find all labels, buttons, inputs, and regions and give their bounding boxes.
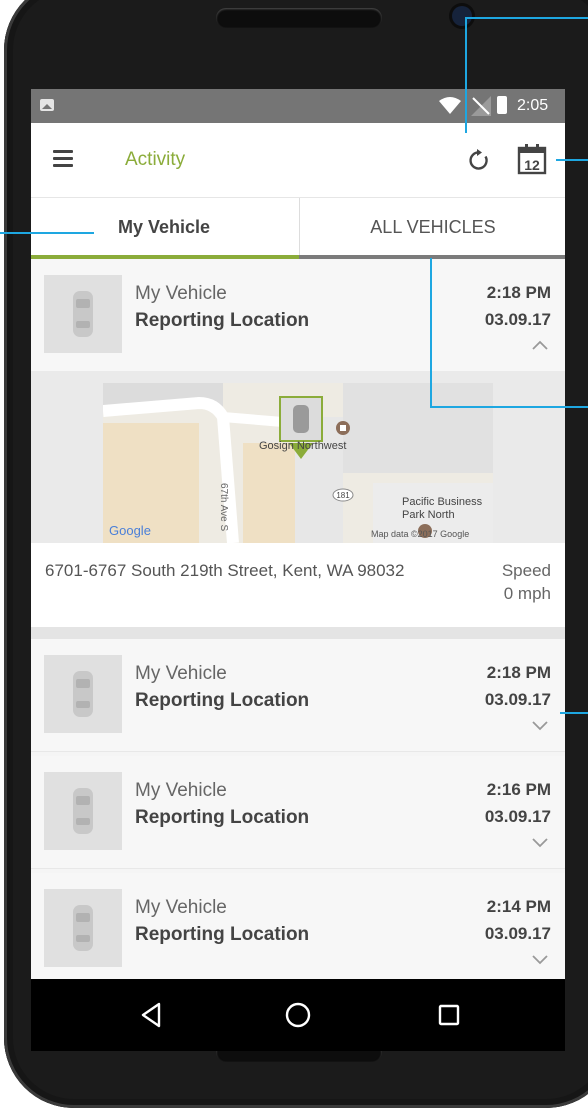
- chevron-down-icon[interactable]: [531, 836, 549, 848]
- callout-line: [560, 712, 588, 714]
- calendar-icon[interactable]: 12: [517, 143, 547, 175]
- event-time: 2:14 PM: [486, 897, 551, 916]
- map-attribution: Map data ©2017 Google: [371, 529, 469, 539]
- activity-card[interactable]: My Vehicle Reporting Location 2:18 PM 03…: [31, 259, 565, 372]
- vehicle-name: My Vehicle: [135, 897, 227, 918]
- chevron-down-icon[interactable]: [531, 953, 549, 965]
- menu-icon[interactable]: [53, 150, 73, 167]
- speed-value: 0 mph: [503, 584, 551, 603]
- tab-my-vehicle[interactable]: My Vehicle: [31, 198, 297, 260]
- activity-detail: Gosign Northwest 67th Ave S 181 Pacific …: [31, 371, 565, 627]
- event-type: Reporting Location: [135, 807, 310, 828]
- vehicle-name: My Vehicle: [135, 283, 227, 304]
- wifi-icon: [439, 97, 461, 114]
- event-type: Reporting Location: [135, 310, 310, 331]
- map-band: Gosign Northwest 67th Ave S 181 Pacific …: [31, 371, 565, 543]
- event-time: 2:18 PM: [486, 283, 551, 302]
- vehicle-thumbnail: [44, 655, 122, 733]
- callout-line: [430, 258, 432, 408]
- callout-line: [0, 232, 94, 234]
- map-route-label: 181: [336, 491, 350, 500]
- event-type: Reporting Location: [135, 690, 310, 711]
- event-date: 03.09.17: [484, 690, 551, 709]
- event-date: 03.09.17: [484, 310, 551, 329]
- earpiece-speaker: [216, 8, 382, 28]
- app-screen: 2:05 Activity 12 My Vehicle ALL VEHICLES: [31, 89, 565, 1051]
- activity-card[interactable]: My Vehicle Reporting Location 2:18 PM 03…: [31, 639, 565, 752]
- car-icon: [73, 671, 93, 717]
- car-icon: [73, 905, 93, 951]
- event-type: Reporting Location: [135, 924, 310, 945]
- event-time: 2:18 PM: [486, 663, 551, 682]
- recents-icon[interactable]: [433, 999, 465, 1031]
- battery-icon: [497, 96, 507, 114]
- speed-label: Speed: [501, 561, 551, 580]
- refresh-icon[interactable]: [467, 148, 491, 172]
- signal-icon: [471, 96, 491, 116]
- vehicle-name: My Vehicle: [135, 663, 227, 684]
- map-place-1: Gosign Northwest: [259, 440, 346, 452]
- google-logo: Google: [109, 523, 151, 538]
- callout-line: [465, 17, 467, 133]
- image-notification-icon: [40, 99, 54, 111]
- activity-card[interactable]: My Vehicle Reporting Location 2:14 PM 03…: [31, 873, 565, 986]
- car-icon: [73, 788, 93, 834]
- home-icon[interactable]: [282, 999, 314, 1031]
- back-icon[interactable]: [135, 999, 167, 1031]
- front-camera: [452, 6, 472, 26]
- status-bar: 2:05: [31, 89, 565, 123]
- tab-all-vehicles[interactable]: ALL VEHICLES: [299, 198, 565, 260]
- vehicle-thumbnail: [44, 772, 122, 850]
- chevron-up-icon[interactable]: [531, 339, 549, 351]
- page-title: Activity: [125, 149, 186, 170]
- status-time: 2:05: [517, 97, 549, 114]
- map-place-3: Park North: [402, 509, 455, 521]
- callout-line: [556, 159, 588, 161]
- map-place-2: Pacific Business: [402, 496, 483, 508]
- chevron-down-icon[interactable]: [531, 719, 549, 731]
- vehicle-thumbnail: [44, 889, 122, 967]
- activity-card[interactable]: My Vehicle Reporting Location 2:16 PM 03…: [31, 756, 565, 869]
- section-divider: [31, 627, 565, 639]
- vehicle-tabs: My Vehicle ALL VEHICLES: [31, 197, 565, 260]
- app-bar: Activity 12: [31, 123, 565, 197]
- callout-line: [465, 17, 588, 19]
- event-date: 03.09.17: [484, 924, 551, 943]
- calendar-day: 12: [524, 157, 540, 173]
- vehicle-thumbnail: [44, 275, 122, 353]
- location-address: 6701-6767 South 219th Street, Kent, WA 9…: [45, 561, 405, 580]
- system-nav-bar: [31, 979, 565, 1051]
- event-date: 03.09.17: [484, 807, 551, 826]
- vehicle-name: My Vehicle: [135, 780, 227, 801]
- callout-line: [430, 406, 588, 408]
- map-street-label: 67th Ave S: [218, 483, 229, 532]
- car-icon: [73, 291, 93, 337]
- event-time: 2:16 PM: [486, 780, 551, 799]
